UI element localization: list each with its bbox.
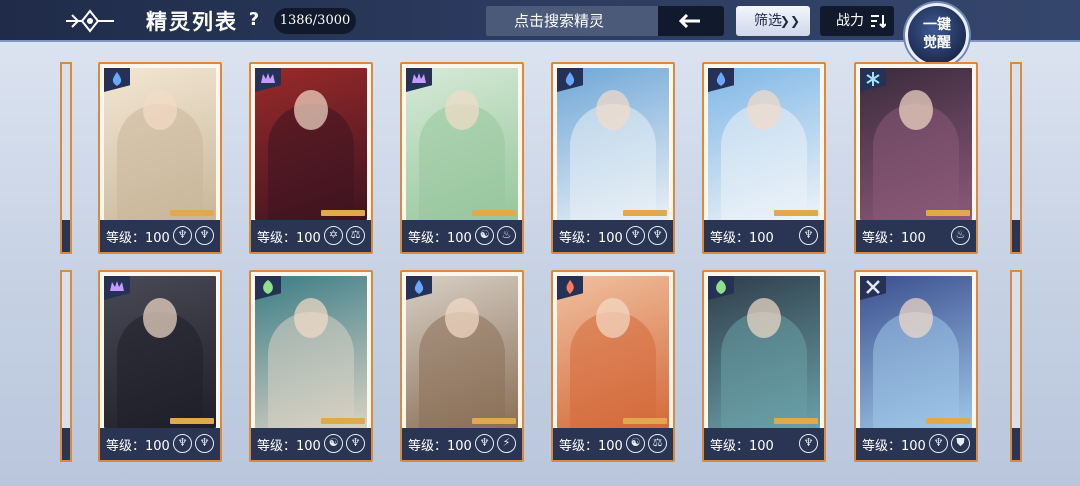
spirit-card[interactable]: 等级：100 ☯ ⚖ xyxy=(551,270,675,462)
spirit-portrait xyxy=(104,68,216,220)
level-label: 等级：100 xyxy=(710,439,774,454)
trait-icon: ♨ xyxy=(497,226,516,245)
card-footer: 等级：100 ☯ ⚖ xyxy=(553,428,673,460)
level-label: 等级：100 xyxy=(862,439,926,454)
card-footer: 等级：100 ♆ ♆ xyxy=(100,428,220,460)
level-label: 等级：100 xyxy=(257,439,321,454)
trait-icon: ♆ xyxy=(648,226,667,245)
spirit-portrait xyxy=(860,276,972,428)
trait-icon: ✡ xyxy=(324,226,343,245)
level-label: 等级：100 xyxy=(710,231,774,246)
spirit-portrait xyxy=(406,276,518,428)
trait-icon: ♆ xyxy=(929,434,948,453)
card-footer: 等级：100 ♆ ⚡ xyxy=(402,428,522,460)
spirit-card[interactable]: 等级：100 ♆ xyxy=(702,62,826,254)
trait-icons: ♆ ♆ xyxy=(173,434,214,453)
spirit-card[interactable]: 等级：100 ♆ ⚡ xyxy=(400,270,524,462)
trait-icon: ⚡ xyxy=(497,434,516,453)
trait-icon: ♆ xyxy=(195,434,214,453)
spirit-card[interactable]: 等级：100 ♆ ♆ xyxy=(98,62,222,254)
level-label: 等级：100 xyxy=(559,231,623,246)
spirit-card[interactable]: 等级：100 ✡ ⚖ xyxy=(249,62,373,254)
trait-icons: ♆ ⚡ xyxy=(475,434,516,453)
spirit-portrait xyxy=(406,68,518,220)
trait-icon: ⚖ xyxy=(648,434,667,453)
level-label: 等级：100 xyxy=(559,439,623,454)
rarity-strip xyxy=(170,418,214,424)
partial-card-left[interactable] xyxy=(60,270,72,462)
partial-card-right[interactable] xyxy=(1010,270,1022,462)
trait-icons: ♆ xyxy=(799,226,818,245)
rarity-strip xyxy=(472,210,516,216)
card-footer: 等级：100 ☯ ♆ xyxy=(251,428,371,460)
rarity-strip xyxy=(623,418,667,424)
trait-icons: ♆ ♆ xyxy=(173,226,214,245)
spirit-portrait xyxy=(557,68,669,220)
level-label: 等级：100 xyxy=(862,231,926,246)
trait-icon: ♆ xyxy=(799,226,818,245)
spirit-portrait xyxy=(860,68,972,220)
trait-icon: ♆ xyxy=(475,434,494,453)
rarity-strip xyxy=(926,418,970,424)
card-footer: 等级：100 ♨ xyxy=(856,220,976,252)
spirit-card[interactable]: 等级：100 ♨ xyxy=(854,62,978,254)
trait-icon: ♨ xyxy=(951,226,970,245)
level-label: 等级：100 xyxy=(408,231,472,246)
trait-icons: ☯ ♆ xyxy=(324,434,365,453)
spirit-portrait xyxy=(557,276,669,428)
spirit-card[interactable]: 等级：100 ♆ xyxy=(702,270,826,462)
rarity-strip xyxy=(321,210,365,216)
trait-icon: ⚖ xyxy=(346,226,365,245)
card-footer: 等级：100 ♆ ♆ xyxy=(100,220,220,252)
trait-icon: ♆ xyxy=(626,226,645,245)
card-footer: 等级：100 ♆ ⛊ xyxy=(856,428,976,460)
spirit-card[interactable]: 等级：100 ☯ ♆ xyxy=(249,270,373,462)
card-footer: 等级：100 ♆ ♆ xyxy=(553,220,673,252)
trait-icon: ♆ xyxy=(195,226,214,245)
spirit-card[interactable]: 等级：100 ♆ ♆ xyxy=(551,62,675,254)
trait-icon: ♆ xyxy=(799,434,818,453)
spirit-card[interactable]: 等级：100 ♆ ⛊ xyxy=(854,270,978,462)
spirit-portrait xyxy=(708,68,820,220)
trait-icons: ☯ ♨ xyxy=(475,226,516,245)
rarity-strip xyxy=(170,210,214,216)
trait-icon: ☯ xyxy=(475,226,494,245)
trait-icon: ☯ xyxy=(324,434,343,453)
trait-icon: ♆ xyxy=(346,434,365,453)
card-footer: 等级：100 ✡ ⚖ xyxy=(251,220,371,252)
trait-icons: ✡ ⚖ xyxy=(324,226,365,245)
card-footer: 等级：100 ♆ xyxy=(704,220,824,252)
spirit-grid: 等级：100 ♆ ♆ 等级：100 ✡ ⚖ 等级：100 ☯ ♨ 等级：100 ♆ ♆ 等级：100 ♆ 等… xyxy=(0,0,1080,486)
level-label: 等级：100 xyxy=(106,231,170,246)
trait-icons: ☯ ⚖ xyxy=(626,434,667,453)
trait-icons: ♆ xyxy=(799,434,818,453)
partial-card-right[interactable] xyxy=(1010,62,1022,254)
trait-icons: ♨ xyxy=(951,226,970,245)
spirit-card[interactable]: 等级：100 ☯ ♨ xyxy=(400,62,524,254)
rarity-strip xyxy=(623,210,667,216)
level-label: 等级：100 xyxy=(106,439,170,454)
rarity-strip xyxy=(321,418,365,424)
card-footer: 等级：100 ☯ ♨ xyxy=(402,220,522,252)
spirit-portrait xyxy=(104,276,216,428)
card-footer: 等级：100 ♆ xyxy=(704,428,824,460)
trait-icons: ♆ ♆ xyxy=(626,226,667,245)
spirit-portrait xyxy=(708,276,820,428)
rarity-strip xyxy=(774,418,818,424)
rarity-strip xyxy=(472,418,516,424)
rarity-strip xyxy=(774,210,818,216)
trait-icon: ☯ xyxy=(626,434,645,453)
level-label: 等级：100 xyxy=(408,439,472,454)
spirit-portrait xyxy=(255,276,367,428)
trait-icon: ♆ xyxy=(173,434,192,453)
level-label: 等级：100 xyxy=(257,231,321,246)
rarity-strip xyxy=(926,210,970,216)
trait-icons: ♆ ⛊ xyxy=(929,434,970,453)
partial-card-left[interactable] xyxy=(60,62,72,254)
spirit-card[interactable]: 等级：100 ♆ ♆ xyxy=(98,270,222,462)
spirit-portrait xyxy=(255,68,367,220)
trait-icon: ⛊ xyxy=(951,434,970,453)
trait-icon: ♆ xyxy=(173,226,192,245)
